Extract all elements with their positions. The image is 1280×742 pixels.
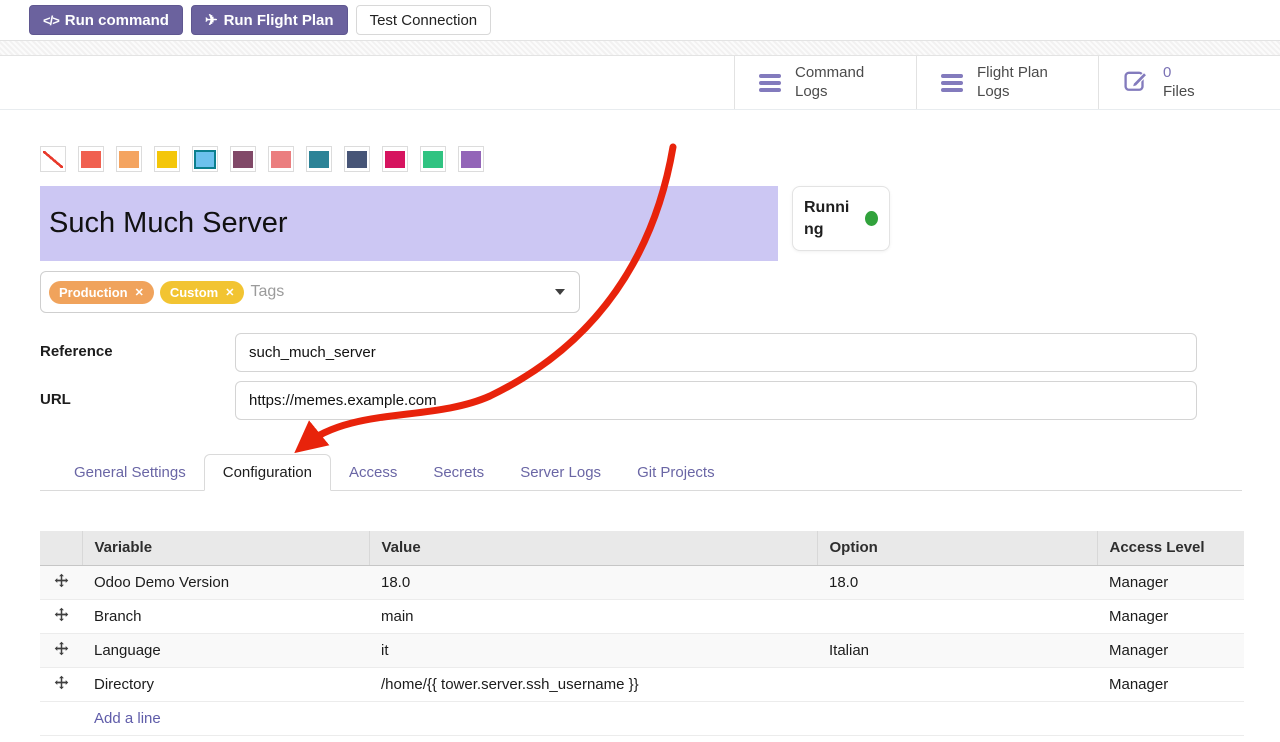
- color-swatch-no-color[interactable]: [40, 146, 66, 172]
- chevron-down-icon[interactable]: [555, 289, 565, 295]
- command-logs-label: Command Logs: [795, 64, 864, 102]
- tab-access[interactable]: Access: [331, 455, 415, 490]
- column-header-variable: Variable: [82, 531, 369, 565]
- title-row: Such Much Server Running: [40, 186, 1242, 261]
- drag-handle-icon[interactable]: [40, 565, 82, 599]
- color-swatch-purple[interactable]: [458, 146, 484, 172]
- tag-remove-icon[interactable]: ✕: [135, 286, 144, 299]
- color-palette: [40, 146, 1242, 172]
- table-row[interactable]: Branch main Manager: [40, 599, 1244, 633]
- server-name-input[interactable]: Such Much Server: [40, 186, 778, 261]
- column-header-handle: [40, 531, 82, 565]
- drag-handle-icon[interactable]: [40, 667, 82, 701]
- tab-configuration[interactable]: Configuration: [204, 454, 331, 491]
- tag-pill-production[interactable]: Production ✕: [49, 281, 154, 304]
- test-connection-label: Test Connection: [370, 12, 478, 29]
- tags-placeholder: Tags: [250, 283, 284, 301]
- server-form-page: </> Run command ✈ Run Flight Plan Test C…: [0, 0, 1280, 742]
- table-header-row: VariableValueOptionAccess Level: [40, 531, 1244, 565]
- status-green-dot-icon: [865, 211, 878, 226]
- color-swatch-dark-purple[interactable]: [230, 146, 256, 172]
- tab-server-logs[interactable]: Server Logs: [502, 455, 619, 490]
- run-command-label: Run command: [65, 12, 169, 29]
- run-flight-plan-button[interactable]: ✈ Run Flight Plan: [191, 5, 348, 35]
- list-bars-icon: [941, 74, 963, 92]
- edit-pencil-icon: [1123, 67, 1149, 98]
- table-row[interactable]: Odoo Demo Version 18.0 18.0 Manager: [40, 565, 1244, 599]
- drag-handle-icon[interactable]: [40, 633, 82, 667]
- tab-general-settings[interactable]: General Settings: [56, 455, 204, 490]
- test-connection-button[interactable]: Test Connection: [356, 5, 492, 35]
- column-header-option: Option: [817, 531, 1097, 565]
- flight-plan-logs-button[interactable]: Flight Plan Logs: [916, 56, 1098, 109]
- code-icon: </>: [43, 13, 59, 28]
- table-row[interactable]: Directory /home/{{ tower.server.ssh_user…: [40, 667, 1244, 701]
- files-count: 0: [1163, 64, 1171, 81]
- tag-remove-icon[interactable]: ✕: [225, 286, 234, 299]
- table-body: Odoo Demo Version 18.0 18.0 Manager Bran…: [40, 565, 1244, 735]
- stat-button-bar: Command Logs Flight Plan Logs 0 Files: [0, 56, 1280, 110]
- color-swatch-medium-blue[interactable]: [306, 146, 332, 172]
- run-command-button[interactable]: </> Run command: [29, 5, 183, 35]
- color-swatch-dark-blue[interactable]: [344, 146, 370, 172]
- hatched-divider: [0, 40, 1280, 56]
- list-bars-icon: [759, 74, 781, 92]
- add-a-line-row: Add a line: [40, 701, 1244, 735]
- field-group: Reference URL: [40, 333, 1197, 420]
- reference-input[interactable]: [235, 333, 1197, 372]
- run-flight-plan-label: Run Flight Plan: [224, 12, 334, 29]
- plane-icon: ✈: [205, 11, 218, 29]
- table-row[interactable]: Language it Italian Manager: [40, 633, 1244, 667]
- column-header-access-level: Access Level: [1097, 531, 1244, 565]
- color-swatch-fushia[interactable]: [382, 146, 408, 172]
- files-label: 0 Files: [1163, 64, 1195, 102]
- tab-git-projects[interactable]: Git Projects: [619, 455, 733, 490]
- url-label: URL: [40, 381, 235, 420]
- add-a-line-link[interactable]: Add a line: [94, 710, 161, 727]
- server-name-text: Such Much Server: [49, 207, 288, 240]
- color-swatch-orange[interactable]: [116, 146, 142, 172]
- status-label: Running: [804, 197, 856, 240]
- form-sheet: Such Much Server Running Production ✕ Cu…: [0, 146, 1280, 736]
- reference-label: Reference: [40, 333, 235, 372]
- color-swatch-salmon-pink[interactable]: [268, 146, 294, 172]
- notebook-tabs: General SettingsConfigurationAccessSecre…: [40, 453, 1242, 491]
- flight-plan-logs-label: Flight Plan Logs: [977, 64, 1048, 102]
- action-toolbar: </> Run command ✈ Run Flight Plan Test C…: [0, 0, 1280, 40]
- tab-secrets[interactable]: Secrets: [415, 455, 502, 490]
- drag-handle-icon[interactable]: [40, 599, 82, 633]
- color-swatch-green[interactable]: [420, 146, 446, 172]
- color-swatch-light-blue[interactable]: [192, 146, 218, 172]
- command-logs-button[interactable]: Command Logs: [734, 56, 916, 109]
- configuration-table: VariableValueOptionAccess Level Odoo Dem…: [40, 531, 1244, 736]
- status-card: Running: [792, 186, 890, 251]
- color-swatch-yellow[interactable]: [154, 146, 180, 172]
- files-button[interactable]: 0 Files: [1098, 56, 1280, 109]
- url-input[interactable]: [235, 381, 1197, 420]
- column-header-value: Value: [369, 531, 817, 565]
- tags-input[interactable]: Production ✕ Custom ✕ Tags: [40, 271, 580, 313]
- tag-pill-custom[interactable]: Custom ✕: [160, 281, 245, 304]
- color-swatch-red[interactable]: [78, 146, 104, 172]
